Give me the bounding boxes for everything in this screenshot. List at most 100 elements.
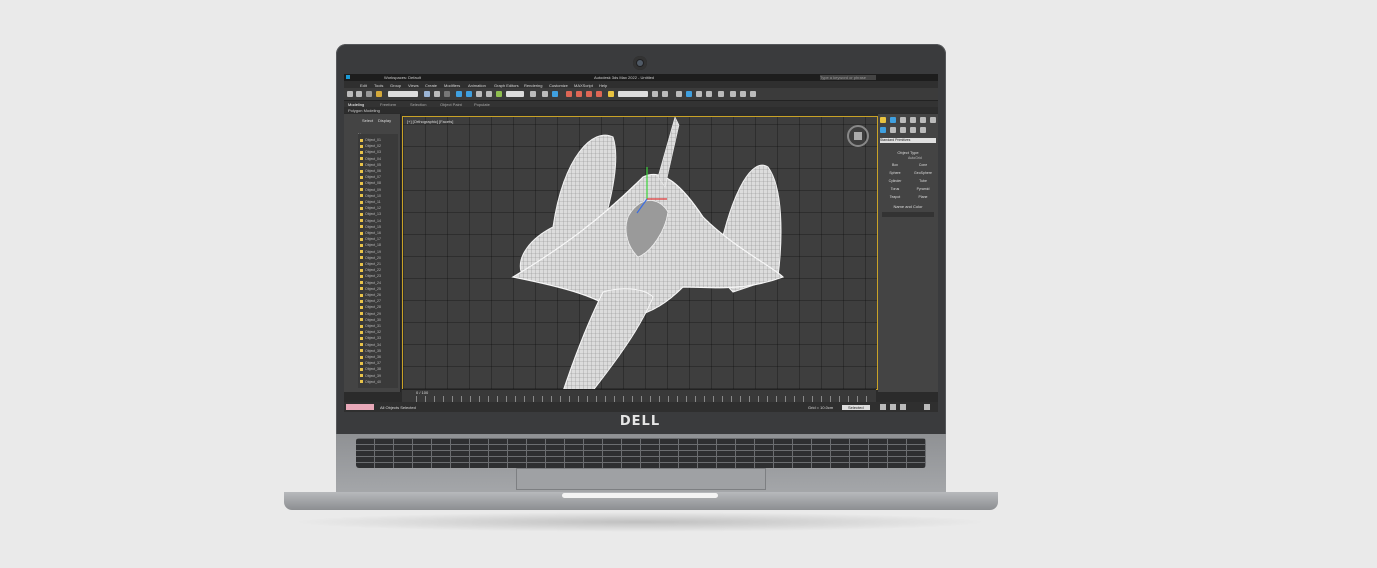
menu-tools[interactable]: Tools — [374, 83, 383, 88]
list-item[interactable]: Object_38 — [360, 367, 390, 373]
menu-modifiers[interactable]: Modifiers — [444, 83, 460, 88]
list-item[interactable]: Object_31 — [360, 324, 390, 330]
undo-icon[interactable] — [347, 91, 353, 97]
menu-graph-editors[interactable]: Graph Editors — [494, 83, 519, 88]
next-frame-icon[interactable] — [890, 404, 896, 410]
display-tab-icon[interactable] — [920, 117, 926, 123]
bind-icon[interactable] — [376, 91, 382, 97]
list-item[interactable]: Object_01 — [360, 138, 390, 144]
list-item[interactable]: Object_22 — [360, 268, 390, 274]
box-button[interactable]: Box — [882, 162, 908, 168]
modify-tab-icon[interactable] — [890, 117, 896, 123]
layer-explorer-icon[interactable] — [686, 91, 692, 97]
pyramid-button[interactable]: Pyramid — [910, 186, 936, 192]
list-item[interactable]: Object_23 — [360, 274, 390, 280]
curve-editor-icon[interactable] — [696, 91, 702, 97]
list-item[interactable]: Object_20 — [360, 256, 390, 262]
plane-button[interactable]: Plane — [910, 194, 936, 200]
menu-edit[interactable]: Edit — [360, 83, 367, 88]
keyboard-shortcut-icon[interactable] — [552, 91, 558, 97]
menu-create[interactable]: Create — [425, 83, 437, 88]
create-tab-icon[interactable] — [880, 117, 886, 123]
timeline[interactable]: 0 / 100 — [402, 389, 876, 403]
tube-button[interactable]: Tube — [910, 178, 936, 184]
rotate-icon[interactable] — [476, 91, 482, 97]
material-editor-icon[interactable] — [718, 91, 724, 97]
primitive-type-dropdown[interactable]: Standard Primitives — [880, 138, 936, 143]
list-item[interactable]: Object_37 — [360, 361, 390, 367]
hierarchy-tab-icon[interactable] — [900, 117, 906, 123]
list-item[interactable]: Object_29 — [360, 312, 390, 318]
scene-explorer-icon[interactable] — [676, 91, 682, 97]
list-item[interactable]: Object_32 — [360, 330, 390, 336]
list-item[interactable]: Object_25 — [360, 287, 390, 293]
menu-help[interactable]: Help — [599, 83, 607, 88]
list-item[interactable]: Object_40 — [360, 380, 390, 386]
angle-snap-icon[interactable] — [576, 91, 582, 97]
list-item[interactable]: Object_19 — [360, 250, 390, 256]
render-icon[interactable] — [750, 91, 756, 97]
lights-icon[interactable] — [900, 127, 906, 133]
cylinder-button[interactable]: Cylinder — [882, 178, 908, 184]
named-selection-dropdown[interactable] — [618, 91, 648, 97]
geosphere-button[interactable]: GeoSphere — [910, 170, 936, 176]
sphere-button[interactable]: Sphere — [882, 170, 908, 176]
tab-select[interactable]: Select — [362, 118, 373, 123]
list-item[interactable]: Object_09 — [360, 188, 390, 194]
list-item[interactable]: Object_34 — [360, 343, 390, 349]
cone-button[interactable]: Cone — [910, 162, 936, 168]
menu-maxscript[interactable]: MAXScript — [574, 83, 593, 88]
spinner-snap-icon[interactable] — [596, 91, 602, 97]
selection-filter-dropdown[interactable] — [388, 91, 418, 97]
workspace-selector[interactable]: Workspaces: Default — [384, 75, 421, 80]
cameras-icon[interactable] — [910, 127, 916, 133]
menu-rendering[interactable]: Rendering — [524, 83, 542, 88]
spaceship-wireframe-model[interactable] — [403, 117, 877, 389]
move-icon[interactable] — [456, 91, 462, 97]
tab-display[interactable]: Display — [378, 118, 391, 123]
frame-counter[interactable]: 0 / 100 — [416, 390, 428, 395]
select-object-icon[interactable] — [424, 91, 430, 97]
list-item[interactable]: Object_39 — [360, 374, 390, 380]
align-icon[interactable] — [662, 91, 668, 97]
geometry-icon[interactable] — [880, 127, 886, 133]
last-frame-icon[interactable] — [900, 404, 906, 410]
select-by-name-icon[interactable] — [434, 91, 440, 97]
menu-animation[interactable]: Animation — [468, 83, 486, 88]
schematic-view-icon[interactable] — [706, 91, 712, 97]
search-input[interactable]: Type a keyword or phrase — [820, 75, 876, 80]
name-color-rollout[interactable]: Name and Color — [880, 204, 936, 209]
list-item[interactable]: Object_21 — [360, 262, 390, 268]
teapot-button[interactable]: Teapot — [882, 194, 908, 200]
object-type-title[interactable]: Object Type — [880, 150, 936, 155]
list-item[interactable]: Object_11 — [360, 200, 390, 206]
object-name-input[interactable] — [882, 212, 934, 217]
zoom-icon[interactable] — [924, 404, 930, 410]
list-item[interactable]: Object_08 — [360, 181, 390, 187]
pivot-icon[interactable] — [530, 91, 536, 97]
percent-snap-icon[interactable] — [586, 91, 592, 97]
render-frame-icon[interactable] — [740, 91, 746, 97]
selected-dropdown[interactable]: Selected — [842, 405, 870, 410]
list-item[interactable]: Object_28 — [360, 305, 390, 311]
play-icon[interactable] — [880, 404, 886, 410]
list-item[interactable]: Object_06 — [360, 169, 390, 175]
list-item[interactable]: Object_05 — [360, 163, 390, 169]
menu-customize[interactable]: Customize — [549, 83, 568, 88]
shapes-icon[interactable] — [890, 127, 896, 133]
torus-button[interactable]: Torus — [882, 186, 908, 192]
list-item[interactable]: Object_30 — [360, 318, 390, 324]
named-selection-icon[interactable] — [608, 91, 614, 97]
list-item[interactable]: Object_12 — [360, 206, 390, 212]
list-item[interactable]: Object_03 — [360, 150, 390, 156]
redo-icon[interactable] — [356, 91, 362, 97]
list-item[interactable]: Object_36 — [360, 355, 390, 361]
list-item[interactable]: Object_14 — [360, 219, 390, 225]
list-item[interactable]: Object_17 — [360, 237, 390, 243]
select-manipulate-icon[interactable] — [542, 91, 548, 97]
region-select-icon[interactable] — [444, 91, 450, 97]
move-icon[interactable] — [466, 91, 472, 97]
utilities-tab-icon[interactable] — [930, 117, 936, 123]
list-item[interactable]: Object_10 — [360, 194, 390, 200]
list-item[interactable]: Object_07 — [360, 175, 390, 181]
